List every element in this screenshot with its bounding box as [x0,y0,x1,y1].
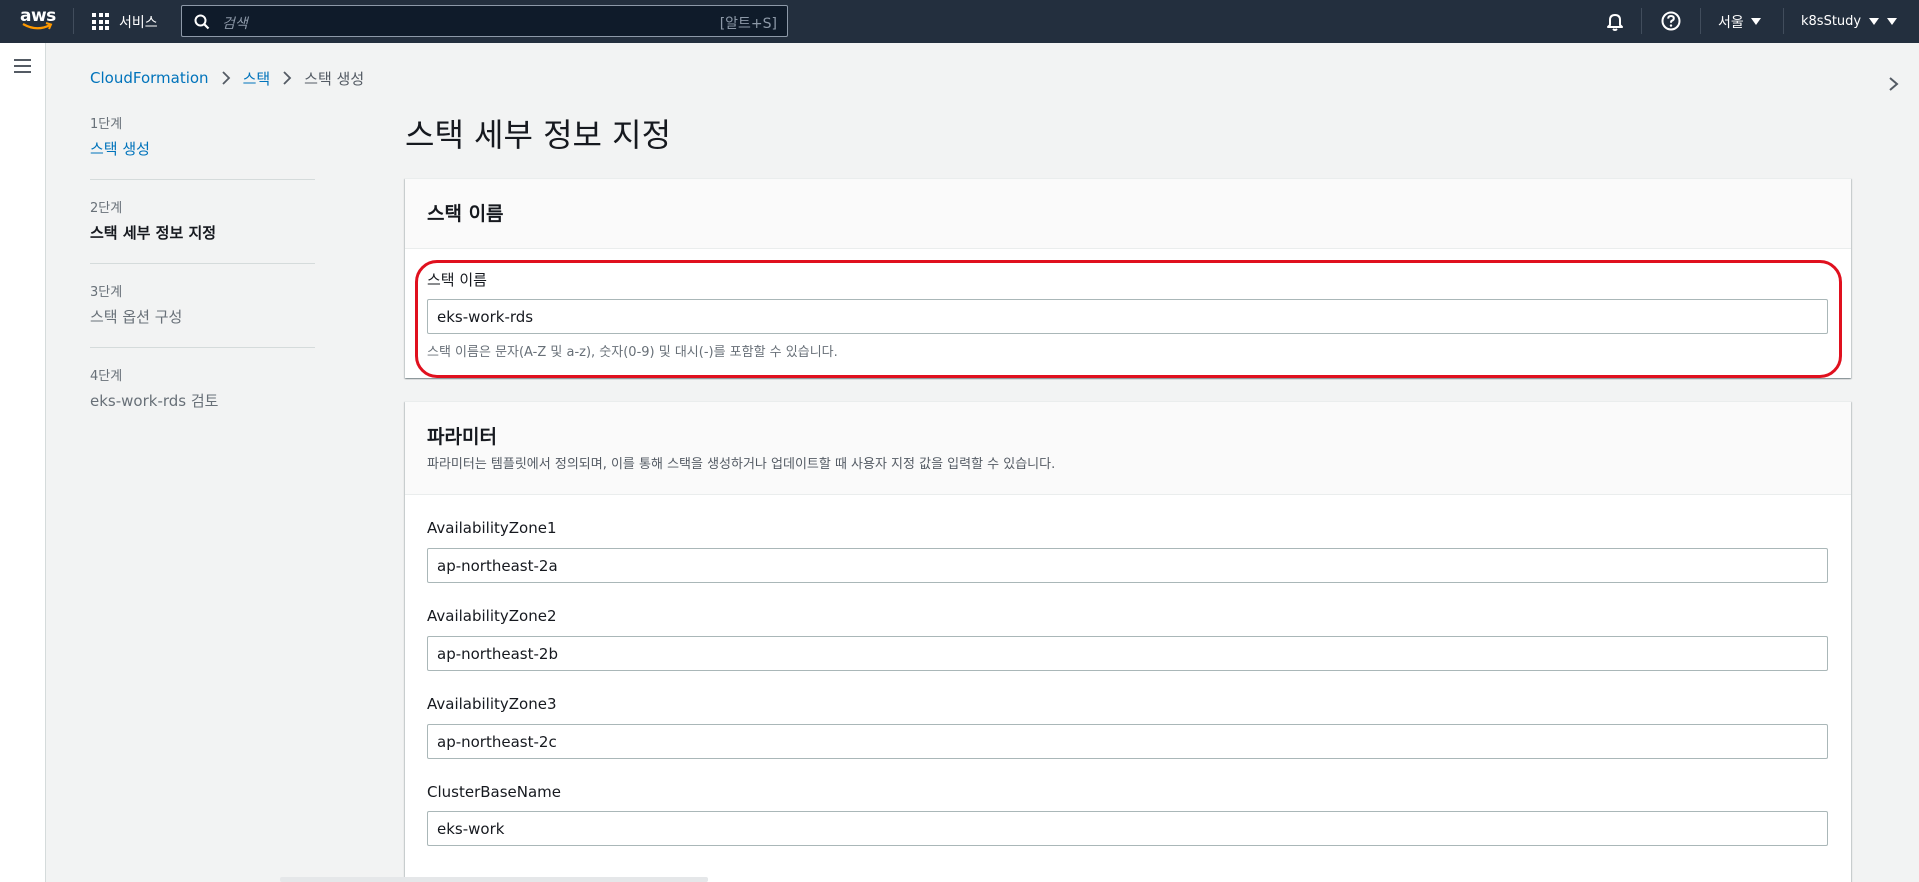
logo-smile-icon [22,22,53,30]
param-input-clusterbasename[interactable] [427,811,1828,846]
param-label-availabilityzone2: AvailabilityZone2 [427,607,557,625]
chevron-right-icon [283,71,292,85]
close-panel-icon[interactable] [1888,76,1900,92]
aws-logo[interactable]: aws [20,6,56,36]
step-title-link[interactable]: 스택 생성 [90,138,315,159]
step-number: 4단계 [90,369,123,384]
step-title: eks-work-rds 검토 [90,392,219,410]
card-title: 파라미터 [427,426,497,448]
step-number: 1단계 [90,117,123,132]
nav-divider [1641,8,1642,34]
search-placeholder: 검색 [222,16,248,32]
card-header: 스택 이름 [405,179,1851,249]
region-label: 서울 [1718,14,1744,31]
param-label-clusterbasename: ClusterBaseName [427,783,562,801]
param-label-availabilityzone1: AvailabilityZone1 [427,519,557,537]
services-label: 서비스 [119,14,158,31]
nav-divider [1700,8,1701,34]
nav-divider [73,8,74,34]
horizontal-scrollbar[interactable] [280,877,708,882]
top-navigation: aws 서비스 검색 [알트+S] 서울 k8sStudy [0,0,1919,43]
wizard-steps: 1단계 스택 생성 2단계 스택 세부 정보 지정 3단계 스택 옵션 구성 4… [90,110,315,446]
breadcrumb-current: 스택 생성 [304,69,365,88]
breadcrumb: CloudFormation 스택 스택 생성 [90,67,364,89]
side-navigation-rail [0,43,46,882]
param-label-availabilityzone3: AvailabilityZone3 [427,695,557,713]
wizard-step-1: 1단계 스택 생성 [90,110,315,180]
card-title: 스택 이름 [427,203,504,225]
stack-name-hint: 스택 이름은 문자(A-Z 및 a-z), 숫자(0-9) 및 대시(-)를 포… [427,345,838,360]
menu-icon[interactable] [14,59,31,73]
wizard-step-3: 3단계 스택 옵션 구성 [90,278,315,348]
search-icon [194,14,210,30]
grid-icon [92,13,109,30]
breadcrumb-cloudformation[interactable]: CloudFormation [90,69,209,87]
stack-name-card: 스택 이름 스택 이름 스택 이름은 문자(A-Z 및 a-z), 숫자(0-9… [405,178,1851,378]
card-description: 파라미터는 템플릿에서 정의되며, 이를 통해 스택을 생성하거나 업데이트할 … [427,457,1056,472]
account-menu[interactable]: k8sStudy [1801,0,1898,43]
step-title-current: 스택 세부 정보 지정 [90,224,217,242]
search-shortcut: [알트+S] [719,16,777,32]
wizard-step-4: 4단계 eks-work-rds 검토 [90,362,315,432]
account-label: k8sStudy [1801,14,1862,29]
param-input-availabilityzone1[interactable] [427,548,1828,583]
stack-name-label: 스택 이름 [427,271,487,289]
param-input-availabilityzone3[interactable] [427,724,1828,759]
step-number: 2단계 [90,201,123,216]
chevron-down-icon [1869,18,1880,25]
parameters-card: 파라미터 파라미터는 템플릿에서 정의되며, 이를 통해 스택을 생성하거나 업… [405,401,1851,882]
bell-icon[interactable] [1604,10,1626,32]
chevron-down-icon [1750,18,1761,25]
chevron-down-icon [1887,18,1898,25]
step-title: 스택 옵션 구성 [90,308,183,326]
step-number: 3단계 [90,285,123,300]
region-selector[interactable]: 서울 [1718,0,1761,43]
help-icon[interactable] [1660,10,1682,32]
nav-divider [1783,8,1784,34]
breadcrumb-stacks[interactable]: 스택 [243,68,271,89]
search-input[interactable]: 검색 [알트+S] [181,5,788,37]
card-header: 파라미터 파라미터는 템플릿에서 정의되며, 이를 통해 스택을 생성하거나 업… [405,402,1851,495]
wizard-step-2: 2단계 스택 세부 정보 지정 [90,194,315,264]
page-title: 스택 세부 정보 지정 [405,116,672,154]
param-input-availabilityzone2[interactable] [427,636,1828,671]
chevron-right-icon [221,71,230,85]
stack-name-input[interactable] [427,299,1828,334]
services-menu-button[interactable]: 서비스 [92,0,158,43]
